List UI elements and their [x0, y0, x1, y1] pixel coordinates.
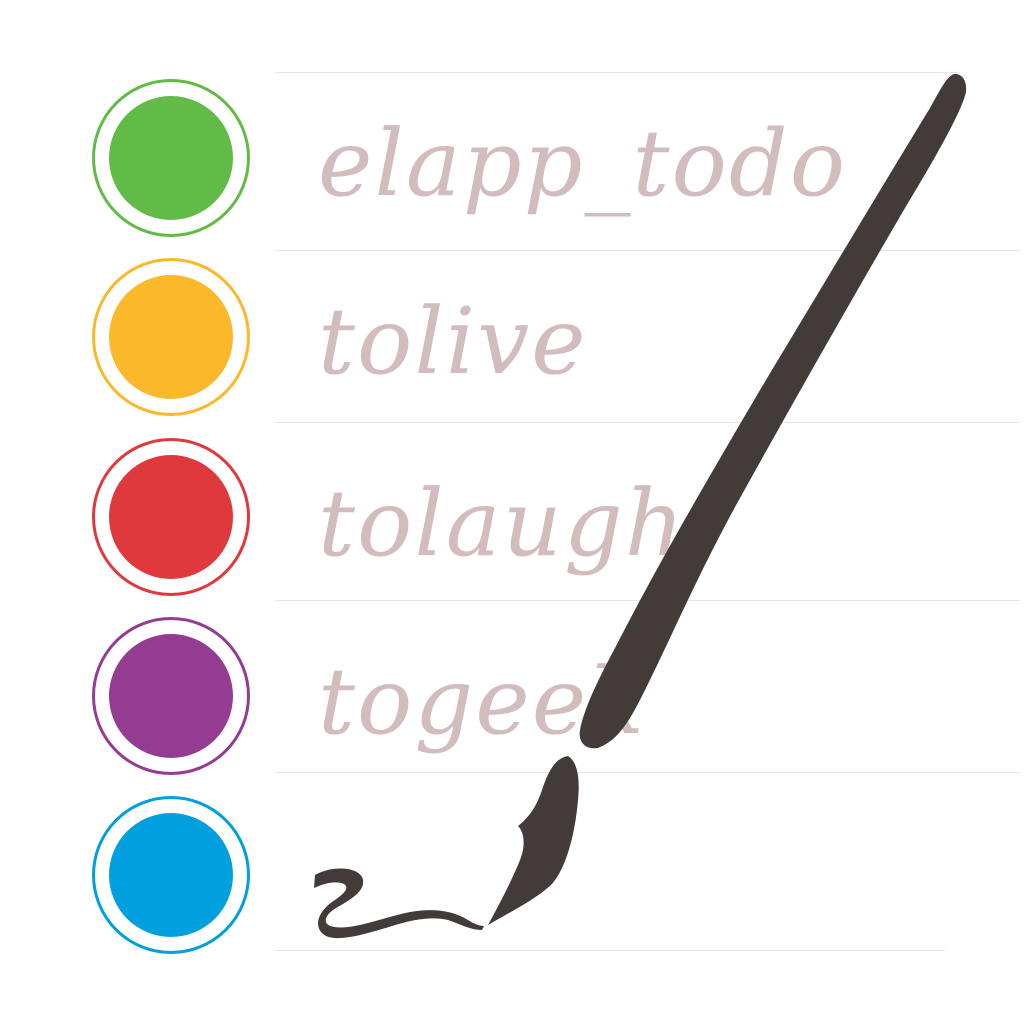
pen-body [579, 74, 967, 749]
todo-app-icon: elapp_todo tolive tolaugh togeek [0, 0, 1024, 1024]
ink-scribble-icon [314, 868, 484, 939]
fountain-pen-icon [314, 74, 967, 939]
pen-nib [488, 756, 579, 925]
